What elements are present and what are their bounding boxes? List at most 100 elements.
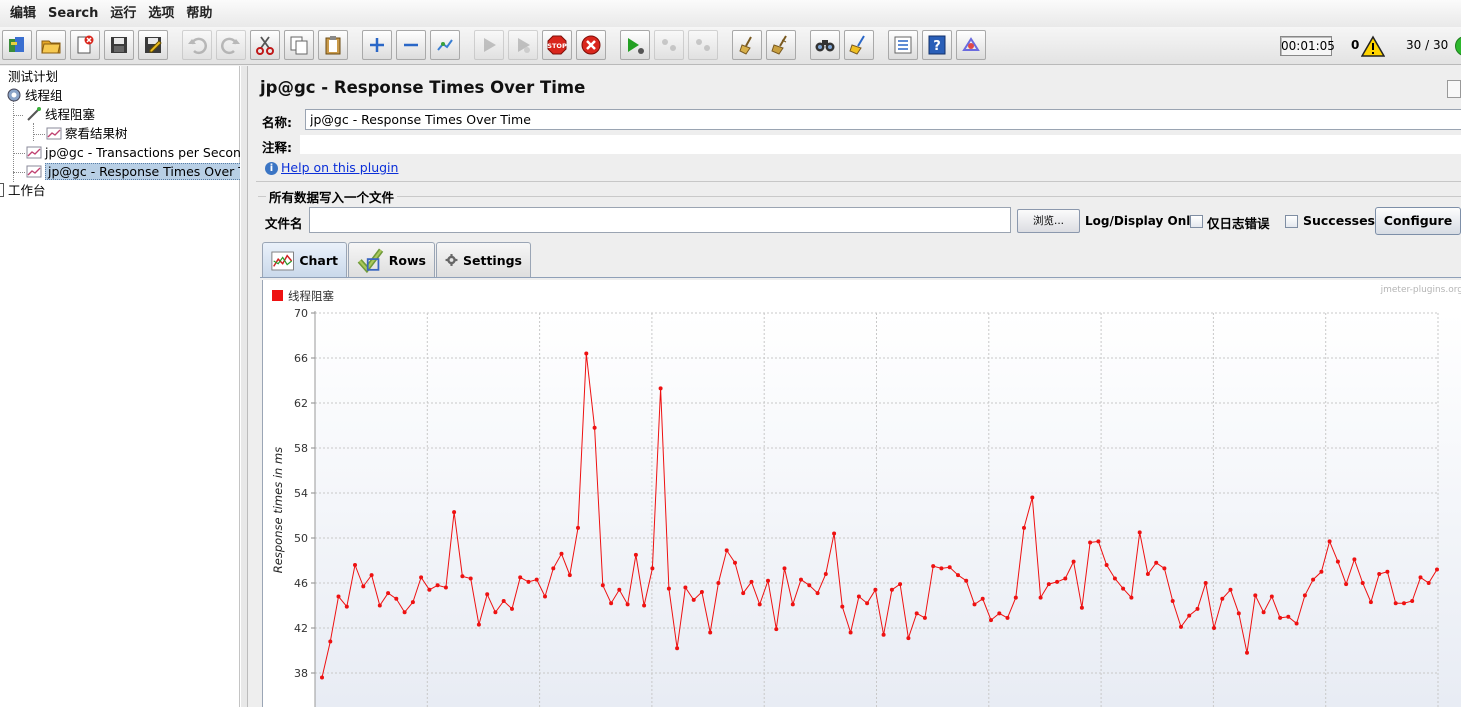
menu-run[interactable]: 运行 bbox=[104, 0, 142, 27]
data-point bbox=[1162, 566, 1167, 571]
tab-rows[interactable]: Rows bbox=[348, 242, 435, 277]
stop-button[interactable]: STOP bbox=[542, 30, 572, 60]
data-point bbox=[873, 587, 878, 592]
data-point bbox=[1435, 567, 1439, 572]
data-point bbox=[1137, 530, 1142, 535]
data-point bbox=[394, 596, 399, 601]
data-point bbox=[989, 618, 993, 623]
new-plan-button[interactable] bbox=[2, 30, 32, 60]
maximize-icon[interactable] bbox=[1447, 80, 1461, 98]
data-point bbox=[559, 551, 564, 556]
successes-label: Successes bbox=[1303, 213, 1375, 228]
play-icon bbox=[484, 38, 496, 52]
close-document-icon bbox=[77, 35, 94, 54]
open-button[interactable] bbox=[36, 30, 66, 60]
data-point bbox=[1261, 610, 1266, 615]
shutdown-button[interactable] bbox=[576, 30, 606, 60]
data-point bbox=[790, 602, 795, 607]
help-button[interactable]: ? bbox=[922, 30, 952, 60]
data-point bbox=[460, 574, 465, 579]
y-axis: 38 42 46 50 54 58 62 66 70 bbox=[294, 307, 316, 707]
cut-button[interactable] bbox=[250, 30, 280, 60]
comment-field[interactable] bbox=[300, 135, 1461, 154]
tree-node-thread-group[interactable]: 线程组 bbox=[6, 86, 63, 105]
data-point bbox=[889, 587, 894, 592]
menu-help[interactable]: 帮助 bbox=[180, 0, 218, 27]
start-button[interactable] bbox=[474, 30, 504, 60]
clear-all-button[interactable] bbox=[766, 30, 796, 60]
data-point bbox=[1195, 606, 1200, 611]
close-plan-button[interactable] bbox=[70, 30, 100, 60]
tree-node-test-plan[interactable]: 测试计划 bbox=[8, 67, 58, 86]
errors-only-checkbox[interactable] bbox=[1190, 215, 1203, 228]
function-helper-button[interactable] bbox=[888, 30, 918, 60]
data-point bbox=[336, 594, 341, 599]
menu-edit[interactable]: 编辑 bbox=[4, 0, 42, 27]
plugins-manager-button[interactable] bbox=[956, 30, 986, 60]
tab-divider bbox=[260, 277, 1461, 278]
active-threads: 30 / 30 bbox=[1406, 38, 1449, 52]
data-point bbox=[320, 675, 324, 680]
expand-all-button[interactable] bbox=[362, 30, 392, 60]
remote-shutdown-button[interactable] bbox=[688, 30, 718, 60]
tab-settings[interactable]: Settings bbox=[436, 242, 531, 277]
data-point bbox=[584, 351, 589, 356]
pane-splitter[interactable] bbox=[240, 66, 248, 707]
reset-search-button[interactable] bbox=[844, 30, 874, 60]
file-group-title: 所有数据写入一个文件 bbox=[266, 187, 398, 206]
remote-start-button[interactable] bbox=[620, 30, 650, 60]
start-no-pause-button[interactable] bbox=[508, 30, 538, 60]
plus-icon bbox=[370, 38, 384, 52]
redo-button[interactable] bbox=[216, 30, 246, 60]
data-point bbox=[1005, 615, 1010, 620]
help-book-icon: ? bbox=[928, 35, 946, 55]
tree-node-workbench[interactable]: 工作台 bbox=[0, 181, 46, 200]
filename-field[interactable] bbox=[309, 207, 1011, 233]
clear-button[interactable] bbox=[732, 30, 762, 60]
tree-node-response-times[interactable]: jp@gc - Response Times Over Time bbox=[26, 162, 272, 181]
successes-checkbox[interactable] bbox=[1285, 215, 1298, 228]
data-point bbox=[1418, 575, 1423, 580]
scissors-icon bbox=[256, 36, 274, 55]
warning-icon[interactable] bbox=[1361, 35, 1385, 57]
log-display-only-label: Log/Display Only: bbox=[1085, 214, 1203, 228]
tree-node-results-tree[interactable]: 察看结果树 bbox=[46, 124, 128, 143]
data-point bbox=[518, 575, 523, 580]
data-point bbox=[452, 510, 457, 515]
data-point bbox=[741, 591, 746, 596]
name-field[interactable] bbox=[305, 109, 1461, 130]
save-as-button[interactable] bbox=[138, 30, 168, 60]
data-point bbox=[567, 573, 572, 578]
menu-options[interactable]: 选项 bbox=[142, 0, 180, 27]
error-count: 0 bbox=[1351, 38, 1360, 52]
menu-search[interactable]: Search bbox=[42, 0, 104, 27]
copy-button[interactable] bbox=[284, 30, 314, 60]
help-plugin-link[interactable]: Help on this plugin bbox=[281, 160, 398, 175]
remote-stop-button[interactable] bbox=[654, 30, 684, 60]
floppy-disk-icon bbox=[111, 37, 127, 53]
data-point bbox=[369, 573, 374, 578]
data-point bbox=[410, 600, 415, 605]
data-point bbox=[1203, 581, 1208, 585]
data-point bbox=[526, 579, 531, 584]
data-point bbox=[1013, 595, 1018, 600]
toggle-button[interactable] bbox=[430, 30, 460, 60]
minus-icon bbox=[404, 43, 418, 47]
collapse-all-button[interactable] bbox=[396, 30, 426, 60]
save-button[interactable] bbox=[104, 30, 134, 60]
browse-button[interactable]: 浏览... bbox=[1017, 209, 1080, 233]
search-button[interactable] bbox=[810, 30, 840, 60]
configure-button[interactable]: Configure bbox=[1375, 207, 1461, 235]
tree-node-timer[interactable]: 线程阻塞 bbox=[26, 105, 95, 124]
data-point bbox=[1302, 593, 1307, 598]
undo-button[interactable] bbox=[182, 30, 212, 60]
graph-listener-icon bbox=[26, 165, 42, 178]
elapsed-timer: 00:01:05 bbox=[1280, 36, 1335, 56]
tab-chart[interactable]: Chart bbox=[262, 242, 347, 278]
data-point bbox=[1426, 581, 1431, 585]
data-point bbox=[468, 576, 473, 581]
data-point bbox=[1319, 569, 1324, 574]
paste-button[interactable] bbox=[318, 30, 348, 60]
data-point bbox=[980, 596, 985, 601]
tree-node-tps[interactable]: jp@gc - Transactions per Second bbox=[26, 143, 249, 162]
